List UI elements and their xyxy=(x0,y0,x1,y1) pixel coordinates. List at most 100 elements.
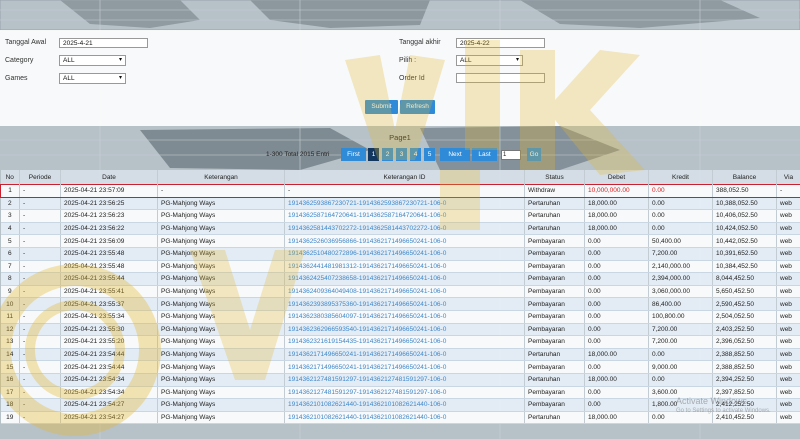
table-row[interactable]: 5-2025-04-21 23:56:09 PG-Mahjong Ways 1914… xyxy=(0,234,800,248)
table-cell[interactable]: 1914362171496650241-1914362171496650241-… xyxy=(284,348,525,362)
table-cell: 3,060,000.00 xyxy=(648,285,713,299)
table-cell[interactable]: 1914362380385604097-1914362171496650241-… xyxy=(284,310,525,324)
table-cell[interactable]: 1914362581443702272-1914362581443702272-… xyxy=(284,222,525,236)
table-row[interactable]: 4-2025-04-21 23:56:22 PG-Mahjong Ways 1914… xyxy=(0,222,800,236)
order-id-input[interactable] xyxy=(456,73,545,83)
table-cell[interactable]: 1914362321619154435-1914362171496650241-… xyxy=(284,335,525,349)
column-header: Periode xyxy=(19,170,61,185)
table-cell: PG-Mahjong Ways xyxy=(157,373,285,387)
table-cell: 2,388,852.50 xyxy=(712,360,777,374)
table-cell: PG-Mahjong Ways xyxy=(157,310,285,324)
table-cell: Pembayaran xyxy=(524,285,585,299)
table-cell[interactable]: 1914362593867230721-1914362593867230721-… xyxy=(284,197,525,211)
table-cell[interactable]: 1914362127481591297-1914362127481591297-… xyxy=(284,373,525,387)
page-button-1[interactable]: 1 xyxy=(368,148,379,161)
pilih-select[interactable]: ALL ▾ xyxy=(456,55,523,66)
table-cell[interactable]: 1914362526036956866-1914362171496650241-… xyxy=(284,234,525,248)
table-cell[interactable]: 1914362393895375360-1914362171496650241-… xyxy=(284,297,525,311)
submit-button[interactable]: Submit xyxy=(365,100,398,114)
table-row[interactable]: 11-2025-04-21 23:55:34 PG-Mahjong Ways 191… xyxy=(0,310,800,324)
table-cell: 16 xyxy=(0,373,20,387)
table-cell: 86,400.00 xyxy=(648,297,713,311)
table-cell: 9,000.00 xyxy=(648,360,713,374)
page-button-4[interactable]: 4 xyxy=(410,148,421,161)
table-row[interactable]: 15-2025-04-21 23:54:44 PG-Mahjong Ways 191… xyxy=(0,360,800,374)
page-button-3[interactable]: 3 xyxy=(396,148,407,161)
refresh-button[interactable]: Refresh xyxy=(400,100,435,114)
table-cell[interactable]: 1914362171496650241-1914362171496650241-… xyxy=(284,360,525,374)
page-number-input[interactable]: 1 xyxy=(501,150,521,160)
table-cell: Pertaruhan xyxy=(524,373,585,387)
table-row[interactable]: 3-2025-04-21 23:56:23 PG-Mahjong Ways 1914… xyxy=(0,209,800,223)
table-cell: 18,000.00 xyxy=(584,197,649,211)
table-cell: 0.00 xyxy=(648,222,713,236)
table-cell: 7,200.00 xyxy=(648,247,713,261)
table-cell: - xyxy=(19,222,61,236)
table-cell: PG-Mahjong Ways xyxy=(157,260,285,274)
table-cell: web xyxy=(776,247,800,261)
table-cell[interactable]: 1914362362966593540-1914362171496650241-… xyxy=(284,323,525,337)
column-header: Status xyxy=(524,170,585,185)
table-row[interactable]: 14-2025-04-21 23:54:44 PG-Mahjong Ways 191… xyxy=(0,348,800,362)
chevron-down-icon: ▾ xyxy=(515,57,519,63)
table-cell: 4 xyxy=(0,222,20,236)
column-header: No xyxy=(0,170,20,185)
table-cell: - xyxy=(19,285,61,299)
table-cell: PG-Mahjong Ways xyxy=(157,335,285,349)
tanggal-akhir-input[interactable]: 2025-4-22 xyxy=(456,38,545,48)
column-header: Date xyxy=(60,170,158,185)
table-row[interactable]: 7-2025-04-21 23:55:48 PG-Mahjong Ways 1914… xyxy=(0,260,800,274)
table-row[interactable]: 1-2025-04-21 23:57:09- - Withdraw 10,000,00… xyxy=(0,184,800,198)
table-cell: web xyxy=(776,373,800,387)
page-button-2[interactable]: 2 xyxy=(382,148,393,161)
table-row[interactable]: 2-2025-04-21 23:56:25 PG-Mahjong Ways 1914… xyxy=(0,197,800,211)
table-row[interactable]: 12-2025-04-21 23:55:30 PG-Mahjong Ways 191… xyxy=(0,323,800,337)
go-button[interactable]: Go xyxy=(527,148,541,161)
page-button-5[interactable]: 5 xyxy=(424,148,435,161)
table-row[interactable]: 10-2025-04-21 23:55:37 PG-Mahjong Ways 191… xyxy=(0,297,800,311)
table-cell: Pembayaran xyxy=(524,297,585,311)
games-label: Games xyxy=(5,75,28,82)
tanggal-awal-label: Tanggal Awal xyxy=(5,39,47,46)
table-cell: 0.00 xyxy=(584,323,649,337)
last-page-button[interactable]: Last xyxy=(472,148,497,161)
table-row[interactable]: 9-2025-04-21 23:55:41 PG-Mahjong Ways 1914… xyxy=(0,285,800,299)
table-row[interactable]: 13-2025-04-21 23:55:20 PG-Mahjong Ways 191… xyxy=(0,335,800,349)
table-row[interactable]: 8-2025-04-21 23:55:44 PG-Mahjong Ways 1914… xyxy=(0,272,800,286)
table-cell: PG-Mahjong Ways xyxy=(157,247,285,261)
table-cell: - xyxy=(19,360,61,374)
first-page-button[interactable]: First xyxy=(341,148,366,161)
table-cell: 0.00 xyxy=(648,197,713,211)
table-cell: Pembayaran xyxy=(524,386,585,400)
table-cell: 5 xyxy=(0,234,20,248)
table-cell: - xyxy=(19,260,61,274)
column-header: Kredit xyxy=(648,170,713,185)
table-cell: - xyxy=(19,197,61,211)
table-cell[interactable]: 1914362587164720641-1914362587164720641-… xyxy=(284,209,525,223)
table-cell: 2025-04-21 23:56:25 xyxy=(60,197,158,211)
next-page-button[interactable]: Next xyxy=(440,148,470,161)
category-select[interactable]: ALL ▾ xyxy=(59,55,126,66)
table-cell: web xyxy=(776,272,800,286)
table-cell[interactable]: 1914362510480272896-1914362171496650241-… xyxy=(284,247,525,261)
table-cell[interactable]: 1914362101082621440-1914362101082621440-… xyxy=(284,411,525,425)
table-cell: web xyxy=(776,234,800,248)
table-cell: PG-Mahjong Ways xyxy=(157,398,285,412)
table-cell[interactable]: 1914362101082621440-1914362101082621440-… xyxy=(284,398,525,412)
table-cell[interactable]: 1914362441481981312-1914362171496650241-… xyxy=(284,260,525,274)
table-cell[interactable]: 1914362409364049408-1914362171496650241-… xyxy=(284,285,525,299)
tanggal-awal-input[interactable]: 2025-4-21 xyxy=(59,38,148,48)
table-row[interactable]: 16-2025-04-21 23:54:34 PG-Mahjong Ways 191… xyxy=(0,373,800,387)
table-cell: Pertaruhan xyxy=(524,197,585,211)
table-cell[interactable]: 1914362127481591297-1914362127481591297-… xyxy=(284,386,525,400)
table-cell[interactable]: 1914362425407238658-1914362171496650241-… xyxy=(284,272,525,286)
table-row[interactable]: 6-2025-04-21 23:55:48 PG-Mahjong Ways 1914… xyxy=(0,247,800,261)
total-entries: 1-300 Total 2015 Entri xyxy=(266,151,330,158)
games-select[interactable]: ALL ▾ xyxy=(59,73,126,84)
table-cell: PG-Mahjong Ways xyxy=(157,348,285,362)
order-id-label: Order Id xyxy=(399,75,425,82)
table-cell: 2025-04-21 23:54:34 xyxy=(60,373,158,387)
table-cell: PG-Mahjong Ways xyxy=(157,411,285,425)
table-cell: - xyxy=(19,310,61,324)
table-cell: web xyxy=(776,297,800,311)
